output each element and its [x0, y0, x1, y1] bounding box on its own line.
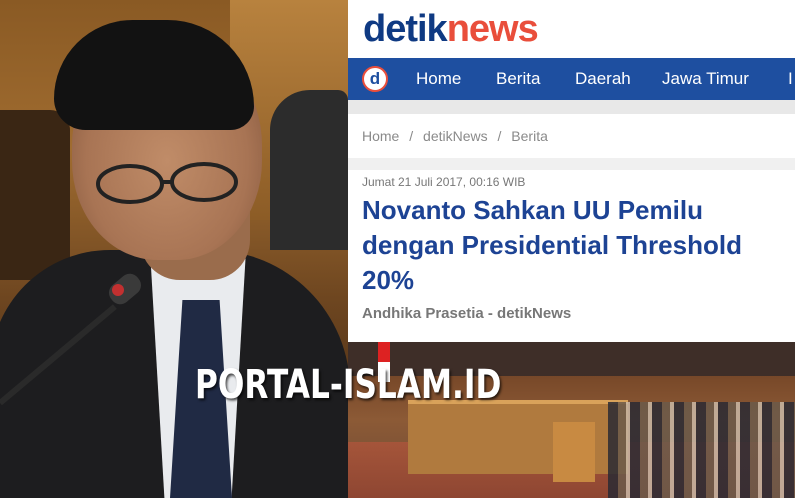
nav-bar: d Home Berita Daerah Jawa Timur I — [348, 58, 795, 100]
nav-item-berita[interactable]: Berita — [496, 69, 540, 89]
background-person — [270, 90, 348, 250]
logo-detik: detik — [363, 8, 448, 50]
glasses-icon — [96, 162, 238, 204]
article-author: Andhika Prasetia - detikNews — [362, 305, 572, 322]
nav-logo-icon[interactable]: d — [362, 66, 388, 92]
logo-bar: detiknews — [348, 0, 795, 58]
crowd — [608, 402, 795, 498]
breadcrumb-detiknews[interactable]: detikNews — [423, 128, 488, 144]
breadcrumb-berita[interactable]: Berita — [511, 128, 548, 144]
nav-item-more[interactable]: I — [788, 69, 793, 89]
podium — [553, 422, 595, 482]
divider — [348, 100, 795, 114]
dais — [408, 400, 628, 474]
microphone-light — [112, 284, 124, 296]
nav-item-daerah[interactable]: Daerah — [575, 69, 631, 89]
nav-item-home[interactable]: Home — [416, 69, 461, 89]
article-date: Jumat 21 Juli 2017, 00:16 WIB — [362, 175, 526, 189]
logo-news: news — [446, 8, 539, 50]
site-logo[interactable]: detiknews — [363, 8, 539, 51]
hair — [54, 20, 254, 130]
breadcrumb-separator: / — [409, 128, 414, 144]
divider — [348, 158, 795, 170]
breadcrumb: Home / detikNews / Berita — [362, 128, 554, 144]
breadcrumb-separator: / — [497, 128, 502, 144]
article-headline: Novanto Sahkan UU Pemilu dengan Presiden… — [362, 195, 742, 295]
news-screenshot: detiknews d Home Berita Daerah Jawa Timu… — [348, 0, 795, 498]
nav-item-jawa-timur[interactable]: Jawa Timur — [662, 69, 749, 89]
portrait-photo — [0, 0, 348, 498]
chair — [0, 110, 70, 280]
breadcrumb-home[interactable]: Home — [362, 128, 399, 144]
watermark-text: PORTAL-ISLAM.ID — [195, 362, 502, 408]
